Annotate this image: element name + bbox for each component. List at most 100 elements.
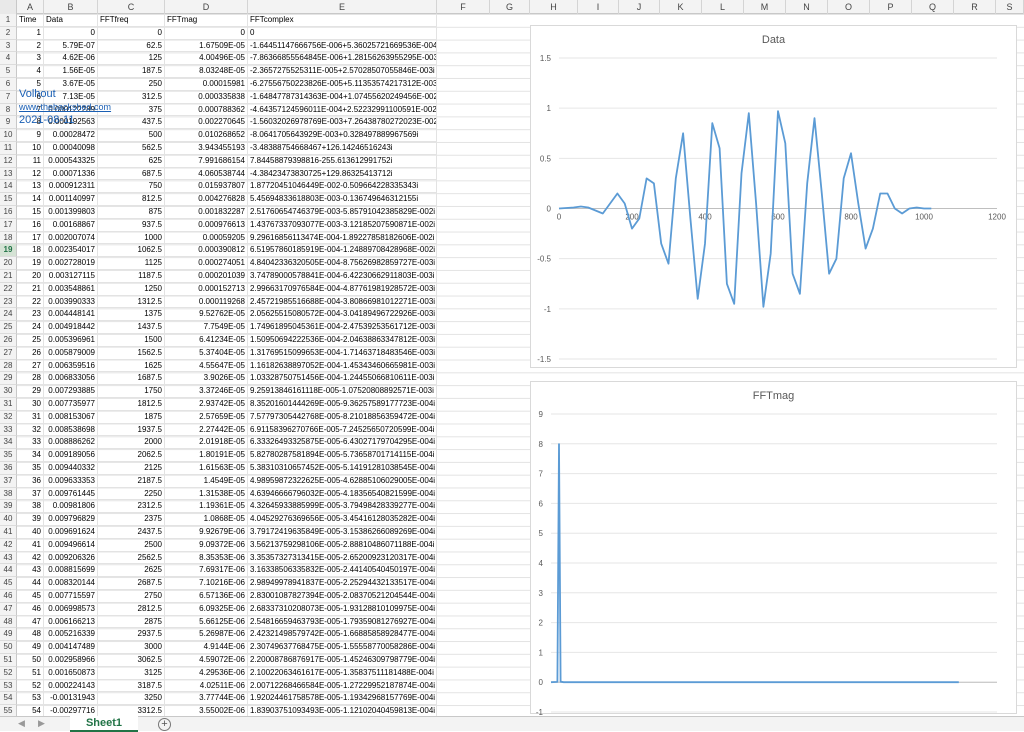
cell-fftcomplex[interactable]: 2.68337310208073E-005-1.93128810109975E-…: [248, 602, 437, 616]
cell-fftmag[interactable]: 4.9144E-06: [165, 641, 248, 654]
row-header-11[interactable]: 11: [0, 142, 17, 155]
cell-fftcomplex[interactable]: 1.83903751093493E-005-1.12102040459813E-…: [248, 705, 437, 716]
row-header-42[interactable]: 42: [0, 538, 17, 552]
cell-time[interactable]: 54: [17, 705, 44, 716]
next-sheet-icon[interactable]: ▶: [38, 718, 45, 729]
cell-fftmag[interactable]: 4.59072E-06: [165, 654, 248, 667]
row-header-35[interactable]: 35: [0, 449, 17, 462]
row-header-44[interactable]: 44: [0, 564, 17, 578]
cell-fftfreq[interactable]: 750: [98, 180, 165, 194]
cell-time[interactable]: 15: [17, 206, 44, 219]
cell-data[interactable]: 0.007715597: [44, 590, 98, 603]
cell-data[interactable]: 0.009496614: [44, 538, 98, 552]
row-header-4[interactable]: 4: [0, 52, 17, 66]
cell-fftmag[interactable]: 0.001832287: [165, 206, 248, 219]
cell-data[interactable]: 0.009189056: [44, 449, 98, 462]
cell-fftfreq[interactable]: 1812.5: [98, 398, 165, 411]
cell-data[interactable]: 5.79E-07: [44, 39, 98, 53]
cell-fftfreq[interactable]: 62.5: [98, 39, 165, 53]
cell-fftcomplex[interactable]: -1.56032026978769E-003+7.26438780272023E…: [248, 116, 437, 130]
cell-time[interactable]: 44: [17, 577, 44, 590]
cell-fftfreq[interactable]: 1375: [98, 308, 165, 322]
cell-fftcomplex[interactable]: 2.42321498579742E-005-1.66885858928477E-…: [248, 628, 437, 642]
row-header-32[interactable]: 32: [0, 410, 17, 424]
cell-fftfreq[interactable]: 2812.5: [98, 602, 165, 616]
cell-fftfreq[interactable]: 3125: [98, 666, 165, 680]
cell-time[interactable]: 35: [17, 462, 44, 475]
row-header-3[interactable]: 3: [0, 39, 17, 53]
row-header-28[interactable]: 28: [0, 359, 17, 373]
cell-data[interactable]: -0.00131943: [44, 692, 98, 706]
cell-data[interactable]: 0.009440332: [44, 462, 98, 475]
cell-data[interactable]: 0.009796829: [44, 513, 98, 526]
column-header-i[interactable]: I: [578, 0, 619, 14]
cell-time[interactable]: 2: [17, 39, 44, 53]
cell-fftcomplex[interactable]: 3.79172419635849E-005-3.15386266089269E-…: [248, 526, 437, 539]
cell-time[interactable]: 39: [17, 513, 44, 526]
cell-data[interactable]: 0.003990333: [44, 295, 98, 309]
row-header-27[interactable]: 27: [0, 346, 17, 360]
cell-time[interactable]: 38: [17, 500, 44, 514]
cell-time[interactable]: 22: [17, 295, 44, 309]
cell-fftmag[interactable]: 0.000152713: [165, 282, 248, 296]
cell-time[interactable]: 27: [17, 359, 44, 373]
cell-data[interactable]: 0.000912311: [44, 180, 98, 194]
row-header-5[interactable]: 5: [0, 65, 17, 78]
row-header-1[interactable]: 1: [0, 14, 17, 27]
cell-data[interactable]: 0.006166213: [44, 615, 98, 629]
cell-data[interactable]: 0.002007074: [44, 231, 98, 245]
cell-time[interactable]: 48: [17, 628, 44, 642]
cell-fftcomplex[interactable]: 9.25913846161118E-005-1.07520808892571E-…: [248, 385, 437, 398]
cell-data[interactable]: 0.009206326: [44, 551, 98, 565]
cell-time[interactable]: 14: [17, 193, 44, 206]
row-header-39[interactable]: 39: [0, 500, 17, 514]
cell-fftfreq[interactable]: 1312.5: [98, 295, 165, 309]
cell-data[interactable]: 0.001399803: [44, 206, 98, 219]
cell-time[interactable]: 45: [17, 590, 44, 603]
cell-fftmag[interactable]: 5.37404E-05: [165, 346, 248, 360]
cell-fftfreq[interactable]: 2125: [98, 462, 165, 475]
cell-data[interactable]: 0.002728019: [44, 257, 98, 270]
cell-fftfreq[interactable]: 1062.5: [98, 244, 165, 258]
cell-fftmag[interactable]: 1.19361E-05: [165, 500, 248, 514]
column-header-c[interactable]: C: [98, 0, 165, 14]
cell-fftcomplex[interactable]: 5.82780287581894E-005-5.73658701714115E-…: [248, 449, 437, 462]
cell-fftfreq[interactable]: 2187.5: [98, 474, 165, 488]
cell-data[interactable]: 0.009633353: [44, 474, 98, 488]
cell-fftcomplex[interactable]: 1.92024461758578E-005-1.19342968157769E-…: [248, 692, 437, 706]
cell-data[interactable]: 0: [44, 26, 98, 40]
cell-fftcomplex[interactable]: -2.3657275525311E-005+2.57028507055846E-…: [248, 65, 437, 78]
cell-time[interactable]: 32: [17, 423, 44, 437]
cell-fftfreq[interactable]: 2000: [98, 436, 165, 450]
cell-time[interactable]: 24: [17, 321, 44, 334]
column-header-f[interactable]: F: [437, 0, 490, 14]
cell-data[interactable]: 0.002354017: [44, 244, 98, 258]
cell-data[interactable]: 0.002958966: [44, 654, 98, 667]
cell-data[interactable]: 0.00981806: [44, 500, 98, 514]
cell-fftcomplex[interactable]: 7.84458879398816-255.613612991752i: [248, 154, 437, 168]
select-all-corner[interactable]: [0, 0, 17, 14]
cell-fftmag[interactable]: 2.93742E-05: [165, 398, 248, 411]
header-cell-fftfreq[interactable]: FFTfreq: [98, 14, 165, 27]
cell-fftcomplex[interactable]: 6.33326493325875E-005-6.43027179704295E-…: [248, 436, 437, 450]
cell-fftcomplex[interactable]: 1.31769515099653E-004-1.71463718483546E-…: [248, 346, 437, 360]
cell-data[interactable]: 4.62E-06: [44, 52, 98, 66]
cell-fftfreq[interactable]: 687.5: [98, 167, 165, 181]
cell-data[interactable]: 0.00028472: [44, 129, 98, 142]
cell-fftmag[interactable]: 0.000788362: [165, 103, 248, 117]
cell-fftmag[interactable]: 3.77744E-06: [165, 692, 248, 706]
cell-fftmag[interactable]: 3.37246E-05: [165, 385, 248, 398]
cell-fftmag[interactable]: 2.57659E-05: [165, 410, 248, 424]
row-header-51[interactable]: 51: [0, 654, 17, 667]
cell-data[interactable]: 0.006998573: [44, 602, 98, 616]
cell-fftcomplex[interactable]: -8.0641705643929E-003+0.328497889967569i: [248, 129, 437, 142]
cell-data[interactable]: 0.004448141: [44, 308, 98, 322]
cell-fftmag[interactable]: 3.9026E-05: [165, 372, 248, 386]
cell-fftfreq[interactable]: 3000: [98, 641, 165, 654]
cell-fftmag[interactable]: 1.61563E-05: [165, 462, 248, 475]
cell-fftcomplex[interactable]: 3.56213759298106E-005-2.88810486071188E-…: [248, 538, 437, 552]
row-header-29[interactable]: 29: [0, 372, 17, 386]
cell-fftmag[interactable]: 9.52762E-05: [165, 308, 248, 322]
row-header-19[interactable]: 19: [0, 244, 17, 258]
row-header-25[interactable]: 25: [0, 321, 17, 334]
